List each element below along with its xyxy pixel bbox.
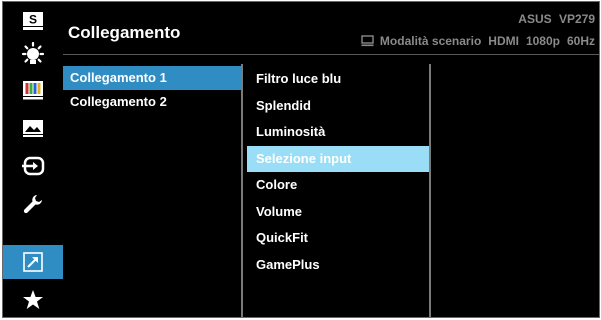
color-bars-icon: [23, 81, 43, 100]
star-favorite-icon: [23, 290, 43, 309]
shortcut-item-2[interactable]: Collegamento 2: [63, 90, 241, 114]
sidebar-item-input[interactable]: [3, 149, 63, 183]
monitor-icon: [361, 35, 374, 47]
function-item-brightness[interactable]: Luminosità: [247, 119, 429, 146]
sidebar-item-splendid[interactable]: S: [3, 4, 63, 38]
column-divider-1: [241, 64, 243, 317]
function-item-blue-light[interactable]: Filtro luce blu: [247, 66, 429, 93]
icon-sidebar: S: [3, 2, 63, 317]
function-item-splendid[interactable]: Splendid: [247, 93, 429, 120]
shortcut-list: Collegamento 1 Collegamento 2: [63, 66, 241, 114]
model-name: ASUS VP279: [518, 12, 595, 26]
wrench-settings-icon: [23, 195, 42, 214]
osd-menu: S Collegamento ASUS VP279 Modalità scena…: [2, 1, 600, 318]
scenario-mode: Modalità scenario: [379, 34, 482, 48]
sidebar-item-myfavorite[interactable]: [3, 283, 63, 317]
splendid-s-icon: S: [23, 12, 43, 30]
header-divider: [63, 54, 599, 55]
column-divider-2: [429, 64, 431, 317]
image-icon: [23, 120, 43, 137]
function-item-input-select[interactable]: Selezione input: [247, 145, 429, 172]
shortcut-item-1[interactable]: Collegamento 1: [63, 66, 241, 90]
svg-text:S: S: [29, 13, 37, 27]
sidebar-item-color[interactable]: [3, 73, 63, 107]
function-list: Filtro luce blu Splendid Luminosità Sele…: [247, 66, 429, 278]
sidebar-item-image[interactable]: [3, 111, 63, 145]
status-bar: Modalità scenario HDMI 1080p 60Hz: [361, 34, 595, 48]
shortcut-arrow-icon: [23, 252, 43, 272]
sidebar-item-shortcut[interactable]: [3, 245, 63, 279]
page-title: Collegamento: [68, 23, 181, 42]
sidebar-item-blue-light[interactable]: [3, 38, 63, 72]
function-item-color[interactable]: Colore: [247, 172, 429, 199]
input-select-icon: [22, 156, 45, 176]
sidebar-item-system[interactable]: [3, 187, 63, 221]
function-item-quickfit[interactable]: QuickFit: [247, 225, 429, 252]
refresh-rate: 60Hz: [566, 34, 595, 48]
blue-light-filter-icon: [21, 42, 45, 64]
input-source: HDMI: [488, 34, 519, 48]
function-item-volume[interactable]: Volume: [247, 199, 429, 226]
function-item-gameplus[interactable]: GamePlus: [247, 252, 429, 279]
resolution: 1080p: [525, 34, 560, 48]
